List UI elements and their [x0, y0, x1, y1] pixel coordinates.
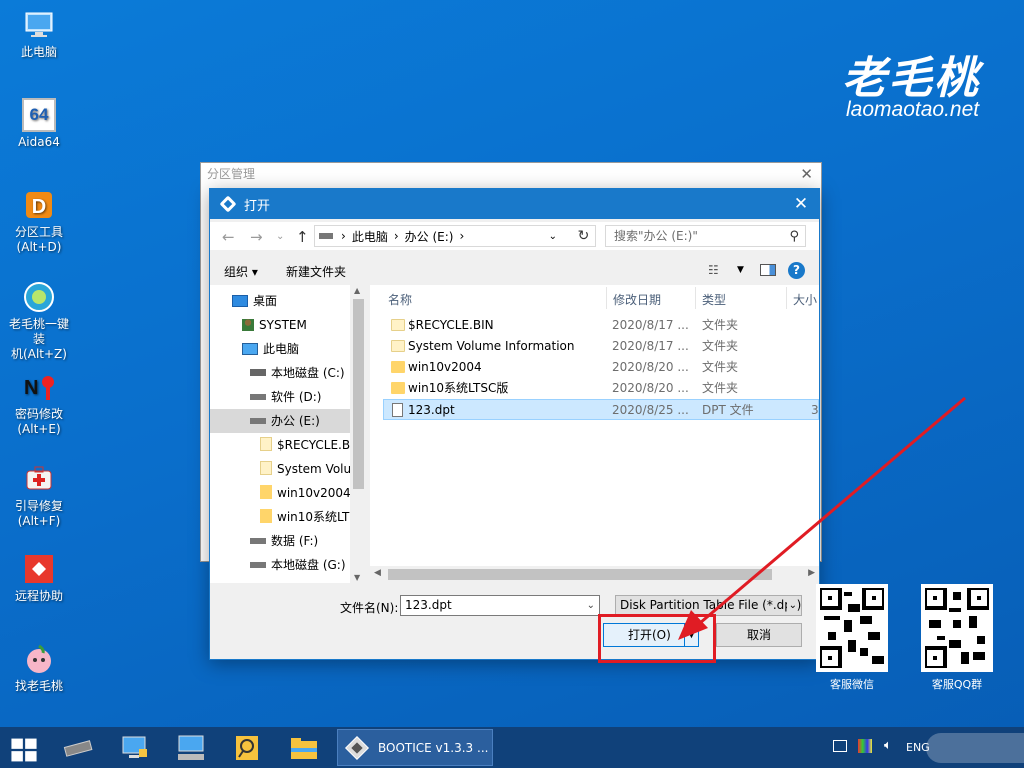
qr-caption: 客服QQ群	[931, 678, 983, 691]
qr-caption: 客服微信	[830, 678, 874, 691]
bootice-icon	[344, 735, 370, 760]
qr-code-icon	[921, 584, 993, 672]
color-tray-icon[interactable]	[858, 739, 872, 753]
qr-code-qq: 客服QQ群	[917, 584, 997, 691]
taskbar-app-title: BOOTICE v1.3.3 ...	[378, 740, 489, 755]
speaker-icon[interactable]: 🔈︎	[884, 738, 892, 753]
qr-code-icon	[816, 584, 888, 672]
qr-code-wechat: 客服微信	[812, 584, 892, 691]
clock-area[interactable]	[926, 733, 1024, 763]
memory-chip-icon[interactable]	[62, 733, 94, 763]
network-computer-icon[interactable]	[119, 733, 151, 763]
taskbar-app-bootice[interactable]: BOOTICE v1.3.3 ...	[337, 729, 493, 766]
keyboard-computer-icon[interactable]	[175, 733, 207, 763]
file-explorer-icon[interactable]	[288, 733, 320, 763]
taskbar: BOOTICE v1.3.3 ... 🔈︎ ENG	[0, 727, 1024, 768]
network-tray-icon[interactable]	[833, 740, 847, 752]
search-tool-icon[interactable]	[231, 733, 263, 763]
windows-start-icon[interactable]	[8, 735, 40, 765]
